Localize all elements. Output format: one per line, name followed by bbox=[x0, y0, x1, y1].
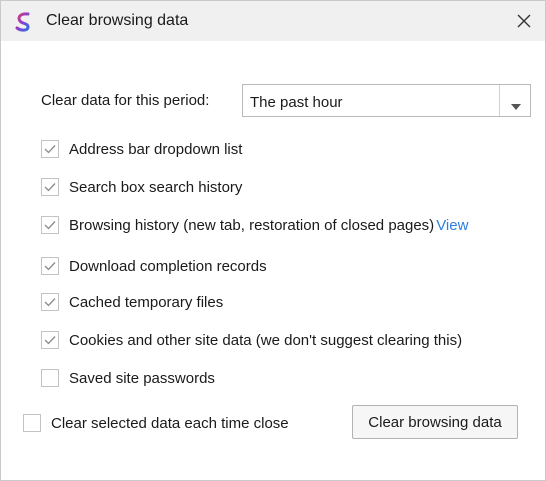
period-selected-value: The past hour bbox=[250, 94, 343, 111]
checkmark-icon bbox=[44, 145, 56, 154]
option-label: Browsing history (new tab, restoration o… bbox=[69, 216, 435, 234]
period-dropdown[interactable]: The past hour bbox=[242, 84, 531, 117]
dialog-title: Clear browsing data bbox=[46, 12, 189, 29]
chevron-down-icon bbox=[511, 97, 521, 115]
option-download-records[interactable]: Download completion records bbox=[41, 255, 267, 277]
checkmark-icon bbox=[44, 336, 56, 345]
checkbox-saved-passwords[interactable] bbox=[41, 369, 59, 387]
checkbox-search-history[interactable] bbox=[41, 178, 59, 196]
close-icon bbox=[517, 14, 531, 28]
clear-browsing-data-button[interactable]: Clear browsing data bbox=[352, 405, 518, 439]
period-label: Clear data for this period: bbox=[41, 92, 210, 109]
close-button[interactable] bbox=[509, 6, 539, 36]
checkbox-download-records[interactable] bbox=[41, 257, 59, 275]
checkbox-address-bar-list[interactable] bbox=[41, 140, 59, 158]
browser-logo-icon bbox=[13, 11, 35, 33]
checkbox-browsing-history[interactable] bbox=[41, 216, 59, 234]
option-browsing-history[interactable]: Browsing history (new tab, restoration o… bbox=[41, 214, 468, 236]
checkbox-cached-files[interactable] bbox=[41, 293, 59, 311]
option-label: Download completion records bbox=[69, 257, 267, 275]
option-address-bar-list[interactable]: Address bar dropdown list bbox=[41, 138, 242, 160]
checkmark-icon bbox=[44, 298, 56, 307]
view-history-link[interactable]: View bbox=[436, 217, 468, 234]
dropdown-divider bbox=[499, 85, 500, 116]
option-label: Cookies and other site data (we don't su… bbox=[69, 331, 463, 349]
option-label: Search box search history bbox=[69, 178, 243, 196]
checkbox-auto-clear[interactable] bbox=[23, 414, 41, 432]
option-search-history[interactable]: Search box search history bbox=[41, 176, 242, 198]
option-saved-passwords[interactable]: Saved site passwords bbox=[41, 367, 215, 389]
option-label: Cached temporary files bbox=[69, 293, 224, 311]
option-cookies[interactable]: Cookies and other site data (we don't su… bbox=[41, 329, 462, 351]
checkmark-icon bbox=[44, 221, 56, 230]
checkbox-cookies[interactable] bbox=[41, 331, 59, 349]
title-bar: Clear browsing data bbox=[1, 1, 545, 41]
option-label: Address bar dropdown list bbox=[69, 140, 243, 158]
option-cached-files[interactable]: Cached temporary files bbox=[41, 291, 223, 313]
clear-browsing-data-dialog: Clear browsing data Clear data for this … bbox=[0, 0, 546, 481]
auto-clear-option[interactable]: Clear selected data each time close bbox=[23, 414, 289, 432]
option-label: Saved site passwords bbox=[69, 369, 215, 387]
auto-clear-label: Clear selected data each time close bbox=[51, 414, 289, 432]
checkmark-icon bbox=[44, 183, 56, 192]
checkmark-icon bbox=[44, 262, 56, 271]
